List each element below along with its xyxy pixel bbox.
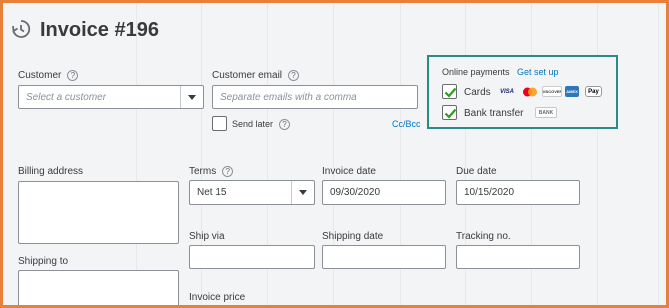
tracking-field[interactable]: [456, 245, 580, 269]
shipping-to-field[interactable]: [18, 270, 179, 305]
cards-label: Cards: [464, 87, 491, 98]
ship-via-field[interactable]: [189, 245, 315, 269]
due-date-value: 10/15/2020: [464, 187, 515, 198]
mastercard-logo: [520, 86, 540, 97]
help-icon[interactable]: ?: [288, 70, 300, 81]
shipping-date-field[interactable]: [322, 245, 446, 269]
bank-logo: BANK: [535, 107, 557, 118]
invoice-price-label: Invoice price: [189, 292, 246, 303]
billing-address-field[interactable]: [18, 181, 179, 244]
shipping-to-label: Shipping to: [18, 256, 69, 267]
shipping-date-label: Shipping date: [322, 231, 384, 242]
check-icon: [444, 108, 457, 119]
cc-bcc-link[interactable]: Cc/Bcc: [392, 119, 421, 129]
customer-placeholder: Select a customer: [26, 91, 107, 103]
chevron-down-icon[interactable]: [291, 181, 314, 204]
help-icon[interactable]: ?: [222, 166, 234, 177]
invoice-date-label: Invoice date: [322, 166, 376, 177]
terms-select[interactable]: Net 15: [189, 180, 315, 205]
terms-label: Terms?: [189, 166, 234, 177]
apple-pay-logo: Pay: [585, 86, 602, 97]
discover-logo: DISCOVER: [542, 86, 562, 97]
tracking-label: Tracking no.: [456, 231, 511, 242]
invoice-screen-frame: Invoice #196 Customer? Select a customer…: [0, 0, 669, 308]
check-icon: [444, 87, 457, 98]
customer-email-label: Customer email?: [212, 70, 300, 81]
grid-line: [658, 3, 659, 305]
terms-value: Net 15: [197, 187, 227, 198]
get-set-up-link[interactable]: Get set up: [517, 67, 559, 77]
help-icon[interactable]: ?: [279, 119, 291, 131]
bank-transfer-checkbox[interactable]: [442, 105, 457, 120]
visa-logo: VISA: [499, 88, 514, 95]
chevron-down-icon[interactable]: [180, 86, 203, 108]
history-icon[interactable]: [10, 18, 32, 40]
bank-transfer-label: Bank transfer: [464, 108, 524, 119]
invoice-date-value: 09/30/2020: [330, 187, 381, 198]
customer-select[interactable]: Select a customer: [18, 85, 204, 109]
send-later-checkbox[interactable]: [212, 116, 227, 131]
grid-line: [597, 3, 598, 305]
customer-email-field[interactable]: Separate emails with a comma: [212, 85, 418, 109]
billing-address-label: Billing address: [18, 166, 84, 177]
cards-checkbox[interactable]: [442, 84, 457, 99]
help-icon[interactable]: ?: [67, 70, 79, 81]
grid-line: [136, 3, 137, 305]
send-later-label: Send later?: [232, 119, 291, 131]
due-date-label: Due date: [456, 166, 497, 177]
customer-label: Customer?: [18, 70, 79, 81]
ship-via-label: Ship via: [189, 231, 225, 242]
due-date-field[interactable]: 10/15/2020: [456, 180, 580, 205]
customer-email-placeholder: Separate emails with a comma: [220, 91, 357, 103]
online-payments-label: Online payments: [442, 67, 510, 77]
online-payments-panel: Online payments Get set up Cards VISA DI…: [427, 55, 618, 129]
invoice-date-field[interactable]: 09/30/2020: [322, 180, 446, 205]
amex-logo: AMEX: [565, 86, 579, 97]
page-title: Invoice #196: [40, 19, 159, 41]
